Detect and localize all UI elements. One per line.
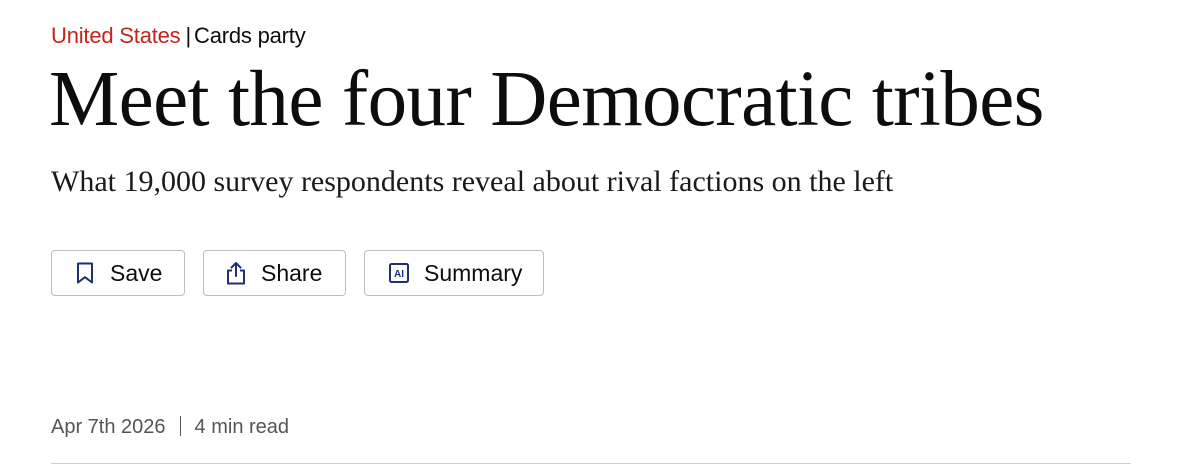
share-icon — [225, 261, 247, 285]
divider-line — [51, 463, 1131, 464]
kicker: United States | Cards party — [51, 22, 306, 50]
kicker-separator: | — [185, 23, 191, 48]
share-button[interactable]: Share — [203, 250, 346, 296]
ai-icon: AI — [388, 261, 410, 285]
topic-label: Cards party — [194, 23, 306, 48]
save-label: Save — [110, 259, 163, 286]
bookmark-icon — [74, 261, 96, 285]
meta-divider — [179, 416, 181, 436]
ai-icon-text: AI — [394, 269, 404, 280]
summary-label: Summary — [424, 259, 523, 286]
summary-button[interactable]: AI Summary — [364, 250, 544, 296]
article-meta: Apr 7th 2026 4 min read — [51, 414, 289, 440]
page-title: Meet the four Democratic tribes — [49, 56, 1044, 143]
save-button[interactable]: Save — [51, 250, 185, 296]
subheadline: What 19,000 survey respondents reveal ab… — [51, 165, 894, 198]
publish-date: Apr 7th 2026 — [51, 416, 166, 438]
share-label: Share — [261, 259, 323, 286]
article-header: United States | Cards party Meet the four … — [49, 0, 1171, 476]
read-time: 4 min read — [194, 416, 290, 438]
section-link[interactable]: United States — [51, 23, 181, 48]
